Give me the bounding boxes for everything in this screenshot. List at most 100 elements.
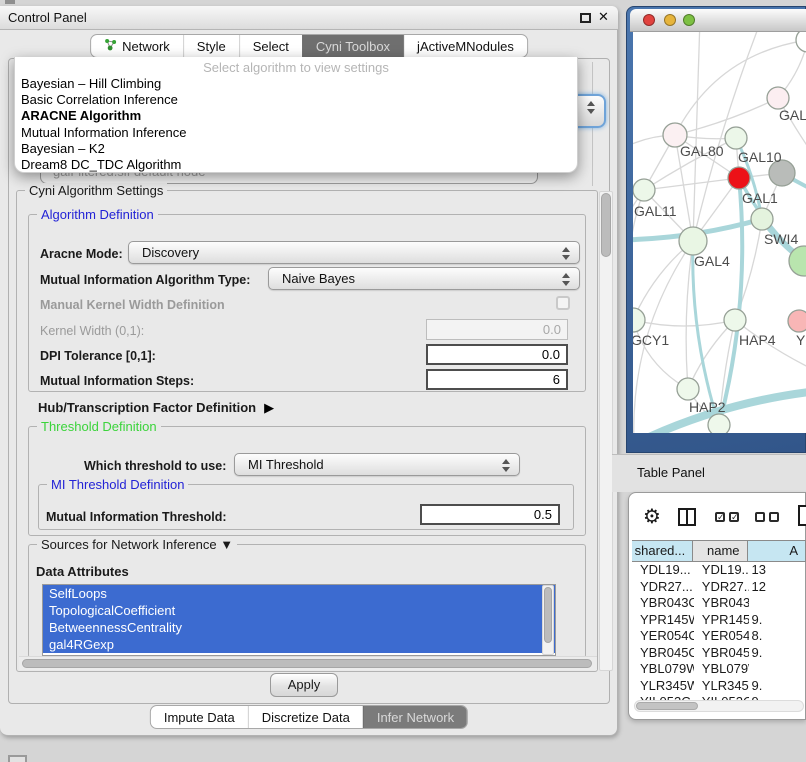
algorithm-option-bayesian-hill-climbing[interactable]: Bayesian – Hill Climbing (15, 76, 577, 92)
node-label-gal1: GAL1 (742, 190, 778, 206)
node-swi4[interactable] (751, 208, 773, 230)
desktop: Control Panel ✕ NetworkStyleSelectCyni T… (0, 0, 806, 762)
node-gal1[interactable] (728, 167, 750, 189)
algorithm-option-dream8-dc-tdc-algorithm[interactable]: Dream8 DC_TDC Algorithm (15, 157, 577, 173)
node-gal4[interactable] (679, 227, 707, 255)
tab-discretize-data[interactable]: Discretize Data (248, 706, 363, 728)
settings-vscrollbar[interactable] (599, 191, 613, 671)
table-header-row: shared...nameA (632, 540, 806, 562)
uncheck-all-icon[interactable] (755, 512, 765, 522)
float-window-icon[interactable] (580, 13, 591, 23)
node-botg[interactable] (708, 414, 730, 433)
column-header-shared-[interactable]: shared... (632, 541, 693, 562)
settings-hscrollbar-thumb[interactable] (22, 659, 592, 668)
algorithm-option-mutual-information-inference[interactable]: Mutual Information Inference (15, 125, 577, 141)
kernel-width-field[interactable] (426, 319, 568, 340)
attribute-selfloops[interactable]: SelfLoops (43, 585, 555, 602)
table-row[interactable]: YER054CYER054C8. (632, 628, 806, 645)
table-hscrollbar-thumb[interactable] (636, 702, 698, 710)
expand-right-icon[interactable]: ▶ (264, 400, 274, 416)
combo-stepper-icon (562, 273, 570, 286)
mi-threshold-field[interactable] (420, 504, 560, 525)
node-gal[interactable] (767, 87, 789, 109)
table-row[interactable]: YDL19...YDL19...13 (632, 562, 806, 579)
column-header-a[interactable]: A (748, 541, 806, 562)
table-row[interactable]: YBL079WYBL079W (632, 661, 806, 678)
aracne-mode-combo[interactable]: Discovery (128, 241, 580, 264)
node-gal11[interactable] (633, 179, 655, 201)
node-label-gcy1: GCY1 (633, 332, 669, 348)
node-label-hap4: HAP4 (739, 332, 776, 348)
network-canvas[interactable]: GALGAL80GAL10GAL1GAL11SWI4GAL4GCY1HAP4YH… (633, 32, 806, 433)
table-row[interactable]: YPR145WYPR145W9. (632, 612, 806, 629)
algorithm-option-basic-correlation-inference[interactable]: Basic Correlation Inference (15, 92, 577, 108)
network-icon (104, 38, 117, 54)
table-row[interactable]: YLR345WYLR345W9. (632, 678, 806, 695)
control-panel-title: Control Panel (8, 10, 87, 25)
apply-button[interactable]: Apply (270, 673, 338, 697)
close-icon[interactable]: ✕ (598, 9, 609, 25)
node-label-hap2: HAP2 (689, 399, 726, 415)
dpi-tolerance-label: DPI Tolerance [0,1]: (40, 349, 156, 363)
table-body: YDL19...YDL19...13YDR27...YDR27...12YBR0… (632, 562, 806, 700)
algorithm-definition-title: Algorithm Definition (37, 207, 158, 222)
uncheck-all-icon[interactable] (769, 512, 779, 522)
mi-steps-label: Mutual Information Steps: (40, 374, 194, 388)
check-all-icon[interactable]: ✓ (715, 512, 725, 522)
tab-impute-data[interactable]: Impute Data (151, 706, 248, 728)
data-attributes-list[interactable]: SelfLoopsTopologicalCoefficientBetweenne… (42, 584, 556, 656)
dpi-tolerance-field[interactable] (426, 344, 568, 365)
node-top[interactable] (796, 32, 806, 52)
algorithm-option-bayesian-k2[interactable]: Bayesian – K2 (15, 141, 577, 157)
algorithm-option-aracne-algorithm[interactable]: ARACNE Algorithm (15, 108, 577, 124)
settings-hscrollbar[interactable] (19, 656, 597, 670)
table-row[interactable]: YBR045CYBR045C9. (632, 645, 806, 662)
gear-icon[interactable]: ⚙ (643, 504, 661, 529)
collapsed-panel-button[interactable] (8, 755, 27, 762)
mi-threshold-label: Mutual Information Threshold: (46, 510, 227, 524)
node-hap4[interactable] (724, 309, 746, 331)
settings-vscrollbar-thumb[interactable] (601, 193, 611, 257)
expand-down-icon[interactable]: ▼ (220, 537, 233, 552)
tab-style[interactable]: Style (183, 35, 239, 57)
which-threshold-combo[interactable]: MI Threshold (234, 453, 520, 476)
mi-type-combo[interactable]: Naive Bayes (268, 267, 580, 290)
algorithm-popup-hint: Select algorithm to view settings (15, 60, 577, 76)
check-all-icon[interactable]: ✓ (729, 512, 739, 522)
node-hap2[interactable] (677, 378, 699, 400)
node-gcy1[interactable] (633, 308, 645, 332)
threshold-definition-title: Threshold Definition (37, 419, 161, 434)
sources-title: Sources for Network Inference ▼ (37, 537, 237, 552)
combo-stepper-icon (502, 459, 510, 472)
attributes-scrollbar-thumb[interactable] (544, 587, 552, 643)
control-panel-titlebar[interactable] (0, 6, 618, 30)
tab-jactivemnodules[interactable]: jActiveMNodules (403, 35, 527, 57)
mi-type-label: Mutual Information Algorithm Type: (40, 273, 250, 287)
node-y[interactable] (788, 310, 806, 332)
mi-threshold-title: MI Threshold Definition (47, 477, 188, 492)
attributes-scrollbar[interactable] (542, 585, 554, 655)
mi-steps-field[interactable] (426, 369, 568, 390)
close-traffic-light[interactable] (643, 14, 655, 26)
attribute-gal4rgexp[interactable]: gal4RGexp (43, 636, 555, 653)
split-columns-icon[interactable] (678, 508, 696, 526)
column-header-name[interactable]: name (693, 541, 747, 562)
tab-cyni-toolbox[interactable]: Cyni Toolbox (302, 35, 403, 57)
hub-definition-toggle[interactable]: Hub/Transcription Factor Definition▶ (38, 400, 274, 416)
tab-network[interactable]: Network (91, 35, 183, 57)
node-label-gal4: GAL4 (694, 253, 730, 269)
table-row[interactable]: YBR043CYBR043C (632, 595, 806, 612)
algorithm-select-popup: Select algorithm to view settings Bayesi… (14, 57, 578, 173)
table-row[interactable]: YDR27...YDR27...12 (632, 579, 806, 596)
manual-kernel-checkbox[interactable] (556, 296, 570, 310)
new-document-icon[interactable] (798, 505, 806, 526)
tab-infer-network[interactable]: Infer Network (363, 706, 467, 728)
minimize-traffic-light[interactable] (664, 14, 676, 26)
node-gal10[interactable] (725, 127, 747, 149)
network-window-titlebar[interactable] (630, 9, 806, 32)
attribute-topologicalcoefficient[interactable]: TopologicalCoefficient (43, 602, 555, 619)
tab-select[interactable]: Select (239, 35, 302, 57)
attribute-betweennesscentrality[interactable]: BetweennessCentrality (43, 619, 555, 636)
network-graph: GALGAL80GAL10GAL1GAL11SWI4GAL4GCY1HAP4YH… (633, 32, 806, 433)
zoom-traffic-light[interactable] (683, 14, 695, 26)
